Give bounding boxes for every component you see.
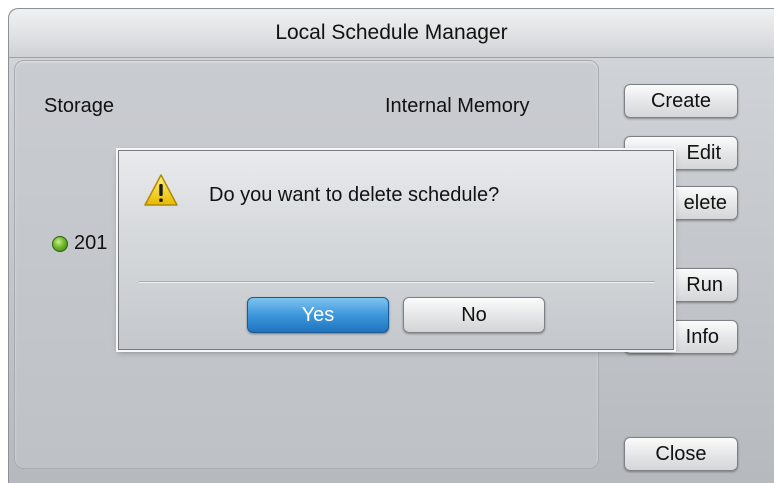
create-button[interactable]: Create [624, 84, 738, 118]
delete-confirm-dialog: Do you want to delete schedule? Yes No [118, 150, 674, 350]
dialog-divider [139, 281, 655, 282]
storage-value: Internal Memory [385, 95, 530, 117]
dialog-message: Do you want to delete schedule? [209, 184, 500, 206]
yes-button[interactable]: Yes [247, 297, 389, 333]
warning-icon [144, 174, 178, 206]
no-button[interactable]: No [403, 297, 545, 333]
storage-label: Storage [44, 95, 115, 117]
close-button[interactable]: Close [624, 437, 738, 471]
schedule-item-label: 201 [74, 232, 108, 254]
status-led-icon [52, 235, 68, 252]
window-title: Local Schedule Manager [9, 9, 774, 58]
schedule-list-item[interactable]: 201 [52, 232, 107, 255]
